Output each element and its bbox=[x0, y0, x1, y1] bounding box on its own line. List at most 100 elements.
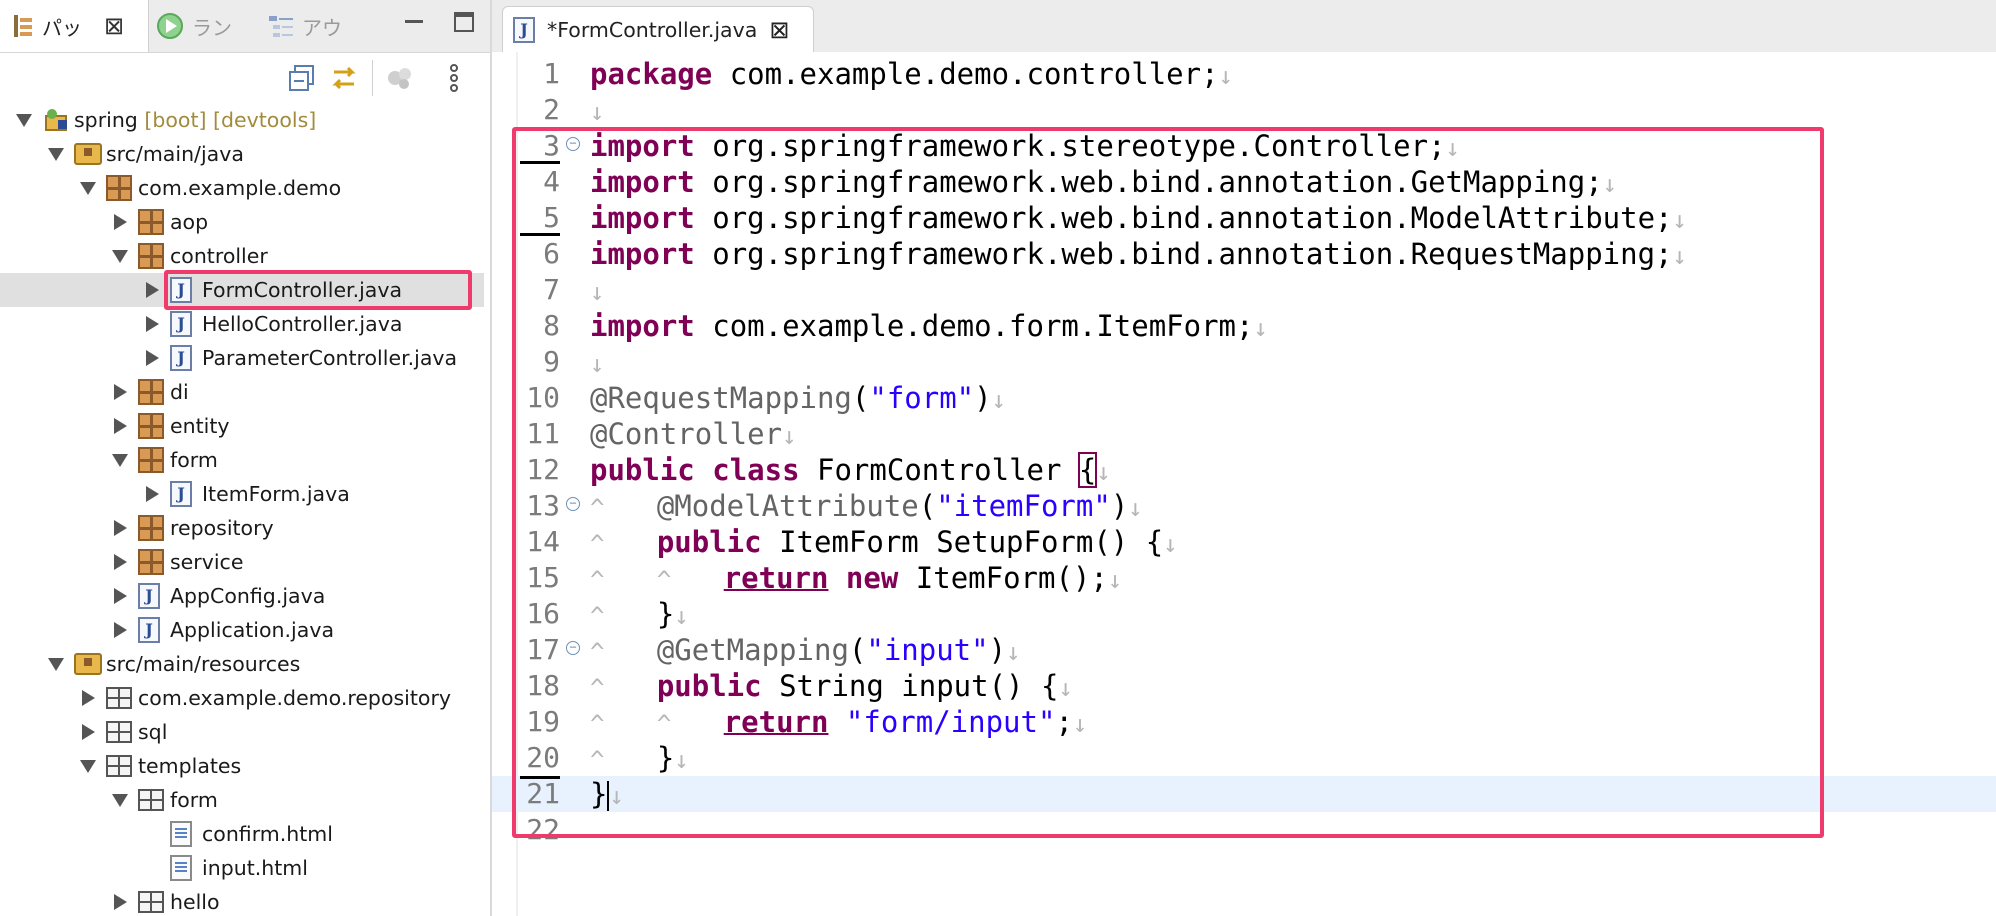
tree-item-label: Application.java bbox=[170, 618, 335, 642]
code-line: 2 ↓ bbox=[492, 92, 1996, 128]
tree-item-label: entity bbox=[170, 414, 230, 438]
chevron-right-icon[interactable] bbox=[82, 724, 95, 740]
package-icon bbox=[138, 209, 164, 235]
chevron-right-icon[interactable] bbox=[114, 894, 127, 910]
view-menu-icon[interactable] bbox=[438, 62, 470, 94]
tree-item[interactable]: J AppConfig.java bbox=[0, 579, 484, 613]
close-icon[interactable]: ⊠ bbox=[769, 16, 789, 44]
chevron-right-icon[interactable] bbox=[114, 520, 127, 536]
java-file-icon: J bbox=[170, 311, 192, 337]
resource-folder-icon bbox=[138, 891, 164, 913]
tree-item-decoration: [boot] [devtools] bbox=[137, 108, 317, 132]
tree-item[interactable]: form bbox=[0, 443, 484, 477]
tree-item[interactable]: com.example.demo.repository bbox=[0, 681, 484, 715]
tree-item-label: repository bbox=[170, 516, 274, 540]
tree-item[interactable]: J Application.java bbox=[0, 613, 484, 647]
source-folder-icon bbox=[74, 653, 102, 675]
chevron-right-icon[interactable] bbox=[114, 418, 127, 434]
tree-item-label: src/main/resources bbox=[106, 652, 301, 676]
tree-item-label: spring [boot] [devtools] bbox=[74, 108, 317, 132]
explorer-toolbar bbox=[0, 52, 490, 104]
chevron-down-icon[interactable] bbox=[48, 657, 64, 671]
tree-item[interactable]: di bbox=[0, 375, 484, 409]
newline-marker: ↓ bbox=[1218, 62, 1234, 90]
tree-item[interactable]: aop bbox=[0, 205, 484, 239]
tree-item[interactable]: service bbox=[0, 545, 484, 579]
package-icon bbox=[138, 413, 164, 439]
chevron-down-icon[interactable] bbox=[48, 147, 64, 161]
tree-item-label: src/main/java bbox=[106, 142, 244, 166]
chevron-right-icon[interactable] bbox=[146, 316, 159, 332]
chevron-right-icon[interactable] bbox=[146, 350, 159, 366]
tree-item[interactable]: form bbox=[0, 783, 484, 817]
focus-icon[interactable] bbox=[384, 62, 416, 94]
tree-item-label: service bbox=[170, 550, 244, 574]
chevron-down-icon[interactable] bbox=[80, 759, 96, 773]
tab-label: ラン bbox=[192, 15, 232, 40]
code-text: ↓ bbox=[590, 92, 604, 130]
tree-item[interactable]: controller bbox=[0, 239, 484, 273]
tree-item-label: confirm.html bbox=[202, 822, 333, 846]
tree-item[interactable]: src/main/java bbox=[0, 137, 484, 171]
chevron-right-icon[interactable] bbox=[114, 554, 127, 570]
chevron-right-icon[interactable] bbox=[114, 214, 127, 230]
tree-item-label: HelloController.java bbox=[202, 312, 403, 336]
tree-item-label: aop bbox=[170, 210, 209, 234]
tree-item[interactable]: input.html bbox=[0, 851, 484, 885]
tree-item-label: sql bbox=[138, 720, 168, 744]
chevron-right-icon[interactable] bbox=[146, 486, 159, 502]
tab-run[interactable]: ラン bbox=[156, 0, 232, 52]
tree-item[interactable]: confirm.html bbox=[0, 817, 484, 851]
chevron-right-icon[interactable] bbox=[114, 384, 127, 400]
maximize-icon[interactable] bbox=[452, 10, 476, 34]
tree-item[interactable]: templates bbox=[0, 749, 484, 783]
chevron-down-icon[interactable] bbox=[112, 249, 128, 263]
tree-item[interactable]: spring [boot] [devtools] bbox=[0, 103, 484, 137]
tree-item[interactable]: J HelloController.java bbox=[0, 307, 484, 341]
html-file-icon bbox=[170, 855, 192, 881]
java-file-icon: J bbox=[170, 345, 192, 371]
close-icon[interactable]: ⊠ bbox=[104, 12, 124, 40]
tree-item[interactable]: J ItemForm.java bbox=[0, 477, 484, 511]
link-with-editor-icon[interactable] bbox=[328, 62, 360, 94]
tree-item-label: ItemForm.java bbox=[202, 482, 350, 506]
tree-item-label: controller bbox=[170, 244, 268, 268]
chevron-down-icon[interactable] bbox=[80, 181, 96, 195]
chevron-right-icon[interactable] bbox=[114, 622, 127, 638]
collapse-all-icon[interactable] bbox=[286, 62, 318, 94]
chevron-down-icon[interactable] bbox=[112, 453, 128, 467]
source-folder-icon bbox=[74, 143, 102, 165]
java-file-icon: J bbox=[138, 617, 160, 643]
resource-folder-icon bbox=[106, 721, 132, 743]
package-icon bbox=[138, 379, 164, 405]
tree-item[interactable]: src/main/resources bbox=[0, 647, 484, 681]
tab-package-explorer[interactable]: パッ ⊠ bbox=[0, 0, 149, 52]
chevron-right-icon[interactable] bbox=[146, 282, 159, 298]
tree-item[interactable]: J ParameterController.java bbox=[0, 341, 484, 375]
resource-folder-icon bbox=[106, 755, 132, 777]
tab-outline[interactable]: アウ bbox=[268, 0, 342, 52]
resource-folder-icon bbox=[138, 789, 164, 811]
chevron-down-icon[interactable] bbox=[112, 793, 128, 807]
view-window-controls bbox=[402, 10, 476, 34]
chevron-down-icon[interactable] bbox=[16, 113, 32, 127]
chevron-right-icon[interactable] bbox=[114, 588, 127, 604]
package-icon bbox=[138, 549, 164, 575]
tree-item[interactable]: entity bbox=[0, 409, 484, 443]
tree-item-label: com.example.demo bbox=[138, 176, 342, 200]
tree-item[interactable]: hello bbox=[0, 885, 484, 916]
tree-item[interactable]: sql bbox=[0, 715, 484, 749]
tree-item[interactable]: com.example.demo bbox=[0, 171, 484, 205]
editor-tab-formcontroller[interactable]: J *FormController.java ⊠ bbox=[502, 6, 814, 53]
package-explorer-panel: パッ ⊠ ラン アウ spring [boot] [devtools] src/m… bbox=[0, 0, 492, 916]
tree-item-label: com.example.demo.repository bbox=[138, 686, 452, 710]
package-icon bbox=[138, 243, 164, 269]
tree-item-label: hello bbox=[170, 890, 220, 914]
java-file-icon: J bbox=[170, 481, 192, 507]
package-explorer-icon bbox=[14, 15, 32, 37]
project-icon bbox=[42, 106, 70, 134]
tree-item[interactable]: repository bbox=[0, 511, 484, 545]
line-number: 2 bbox=[543, 93, 560, 126]
minimize-icon[interactable] bbox=[402, 10, 426, 34]
chevron-right-icon[interactable] bbox=[82, 690, 95, 706]
